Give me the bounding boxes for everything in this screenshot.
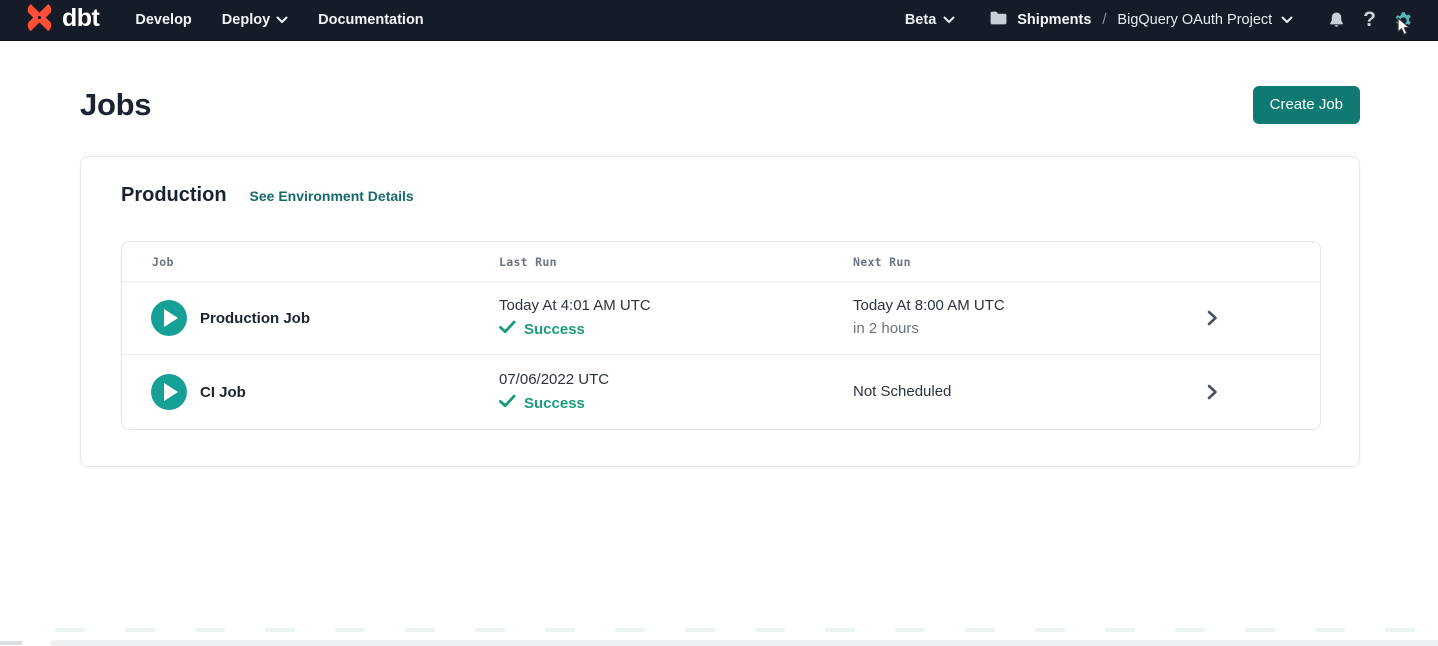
beta-label: Beta — [905, 12, 936, 28]
dbt-logo-icon — [24, 2, 55, 38]
jobs-table: Job Last Run Next Run Production Job Tod… — [121, 241, 1321, 430]
job-name[interactable]: Production Job — [200, 310, 310, 327]
last-run-time: Today At 4:01 AM UTC — [499, 297, 853, 316]
dbt-logo[interactable]: dbt — [24, 2, 99, 38]
job-name[interactable]: CI Job — [200, 384, 246, 401]
last-run-time: 07/06/2022 UTC — [499, 371, 853, 390]
project-breadcrumb[interactable]: Shipments / BigQuery OAuth Project — [989, 10, 1293, 30]
nav-item-develop[interactable]: Develop — [135, 12, 191, 28]
main-nav: Develop Deploy Documentation — [135, 12, 423, 28]
page-title: Jobs — [80, 87, 151, 123]
chevron-down-icon — [943, 16, 955, 24]
column-header-job: Job — [122, 255, 499, 269]
help-icon[interactable]: ? — [1363, 8, 1376, 32]
next-run-time: Not Scheduled — [853, 383, 1102, 402]
page-header: Jobs Create Job — [80, 86, 1360, 124]
chevron-right-icon[interactable] — [1102, 309, 1321, 327]
play-icon — [164, 383, 178, 401]
check-icon — [499, 320, 516, 339]
environment-card: Production See Environment Details Job L… — [80, 156, 1360, 467]
help-glyph: ? — [1363, 8, 1376, 32]
run-job-play-button[interactable] — [151, 374, 187, 410]
nav-item-label: Documentation — [318, 12, 424, 28]
status-badge: Success — [524, 395, 585, 412]
bell-icon[interactable] — [1327, 10, 1346, 30]
top-navbar: dbt Develop Deploy Documentation Beta — [0, 0, 1438, 41]
create-job-button[interactable]: Create Job — [1253, 86, 1360, 124]
beta-dropdown[interactable]: Beta — [905, 12, 955, 28]
breadcrumb-separator: / — [1100, 12, 1108, 28]
nav-item-label: Develop — [135, 12, 191, 28]
dbt-logo-wordmark: dbt — [62, 6, 99, 34]
nav-item-deploy[interactable]: Deploy — [222, 12, 288, 28]
nav-item-documentation[interactable]: Documentation — [318, 12, 424, 28]
below-fold-blob — [0, 641, 22, 645]
environment-title: Production — [121, 184, 227, 207]
status-badge: Success — [524, 321, 585, 338]
below-fold-skeleton — [55, 628, 1438, 632]
folder-icon — [989, 10, 1008, 30]
jobs-table-header: Job Last Run Next Run — [122, 242, 1320, 282]
column-header-next-run: Next Run — [853, 255, 1102, 269]
see-environment-details-link[interactable]: See Environment Details — [250, 188, 414, 204]
chevron-down-icon — [1281, 16, 1293, 24]
table-row-production-job[interactable]: Production Job Today At 4:01 AM UTC Succ… — [122, 282, 1320, 355]
next-run-time: Today At 8:00 AM UTC — [853, 297, 1102, 316]
check-icon — [499, 394, 516, 413]
chevron-right-icon[interactable] — [1102, 383, 1321, 401]
next-run-relative: in 2 hours — [853, 320, 1102, 339]
column-header-last-run: Last Run — [499, 255, 853, 269]
gear-icon[interactable] — [1393, 10, 1414, 31]
chevron-down-icon — [276, 16, 288, 24]
play-icon — [164, 309, 178, 327]
breadcrumb-project: BigQuery OAuth Project — [1117, 12, 1272, 28]
below-fold-bar — [50, 640, 1438, 646]
table-row-ci-job[interactable]: CI Job 07/06/2022 UTC Success Not Schedu… — [122, 355, 1320, 429]
run-job-play-button[interactable] — [151, 300, 187, 336]
breadcrumb-account: Shipments — [1017, 12, 1091, 28]
nav-item-label: Deploy — [222, 12, 270, 28]
